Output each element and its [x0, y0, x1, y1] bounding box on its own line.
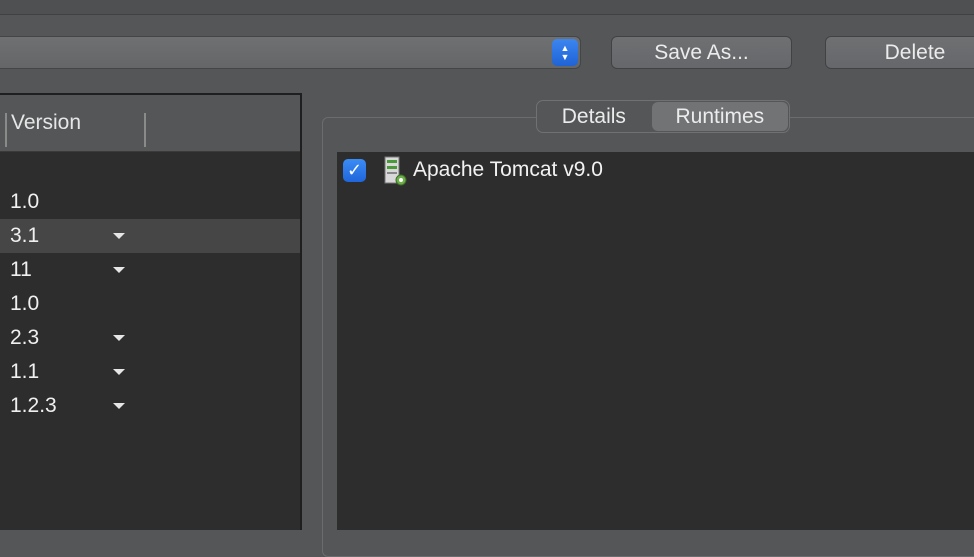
- version-dropdown-icon[interactable]: [113, 403, 125, 409]
- version-dropdown-icon[interactable]: [113, 233, 125, 239]
- table-row[interactable]: 2.3: [0, 321, 300, 355]
- save-as-button[interactable]: Save As...: [611, 36, 792, 69]
- version-dropdown-icon[interactable]: [113, 267, 125, 273]
- column-header-version[interactable]: Version: [11, 111, 81, 135]
- top-toolbar-strip: [0, 0, 974, 15]
- tab-details[interactable]: Details: [537, 101, 651, 132]
- version-value: 1.1: [10, 360, 40, 383]
- table-row[interactable]: 11: [0, 253, 300, 287]
- version-value: 3.1: [10, 224, 40, 247]
- table-row[interactable]: 1.2.3: [0, 389, 300, 423]
- table-row[interactable]: 3.1: [0, 219, 300, 253]
- facets-table: Version 1.0 3.1 11 1.0 2.3 1.1 1.2.3: [0, 93, 302, 530]
- server-icon: [384, 156, 407, 186]
- version-dropdown-icon[interactable]: [113, 369, 125, 375]
- tab-bar: Details Runtimes: [536, 100, 790, 133]
- configuration-select[interactable]: ▲ ▼: [0, 36, 581, 69]
- tab-runtimes[interactable]: Runtimes: [651, 102, 788, 131]
- version-dropdown-icon[interactable]: [113, 335, 125, 341]
- table-row[interactable]: 1.1: [0, 355, 300, 389]
- version-value: 1.2.3: [10, 394, 57, 417]
- version-value: 1.0: [10, 292, 40, 315]
- delete-button[interactable]: Delete: [825, 36, 974, 69]
- runtime-checkbox[interactable]: ✓: [343, 159, 366, 182]
- version-value: 11: [10, 258, 32, 281]
- runtime-label: Apache Tomcat v9.0: [413, 158, 603, 181]
- version-value: 2.3: [10, 326, 40, 349]
- table-row[interactable]: 1.0: [0, 185, 300, 219]
- select-stepper-icon[interactable]: ▲ ▼: [552, 39, 578, 66]
- table-row[interactable]: 1.0: [0, 287, 300, 321]
- runtimes-list: ✓ Apache Tomcat v9.0: [337, 152, 974, 530]
- column-divider[interactable]: [5, 113, 7, 147]
- column-divider[interactable]: [144, 113, 146, 147]
- version-value: 1.0: [10, 190, 40, 213]
- table-header: Version: [0, 95, 300, 152]
